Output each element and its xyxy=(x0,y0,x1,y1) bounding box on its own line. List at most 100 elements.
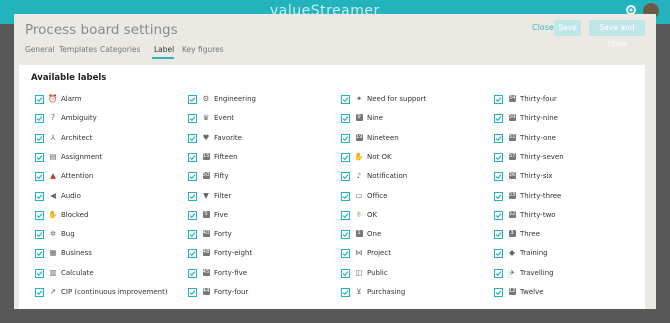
label-checkbox[interactable] xyxy=(35,249,44,258)
label-checkbox[interactable] xyxy=(494,269,503,278)
label-name: Audio xyxy=(61,192,81,200)
thumbs-down-icon: ✋ xyxy=(354,152,364,161)
hand-icon: ✋ xyxy=(48,210,58,219)
label-name: Favorite xyxy=(214,134,242,142)
label-checkbox[interactable] xyxy=(35,134,44,143)
label-name: Nineteen xyxy=(367,134,399,142)
label-checkbox[interactable] xyxy=(188,192,197,201)
label-name: Forty-five xyxy=(214,269,248,277)
label-checkbox[interactable] xyxy=(494,211,503,220)
label-checkbox[interactable] xyxy=(188,249,197,258)
label-name: Thirty-three xyxy=(520,192,562,200)
question-icon: ? xyxy=(51,113,55,122)
label-name: Alarm xyxy=(61,95,82,103)
label-name: Filter xyxy=(214,192,232,200)
close-button[interactable]: Close xyxy=(530,21,556,35)
label-checkbox[interactable] xyxy=(341,95,350,104)
alarm-icon: ⏰ xyxy=(48,94,58,103)
panel-title: Available labels xyxy=(31,73,107,83)
number-1-icon: 1 xyxy=(355,230,363,237)
label-checkbox[interactable] xyxy=(188,95,197,104)
bell-icon: ♪ xyxy=(356,171,362,180)
label-name: Calculate xyxy=(61,269,94,277)
label-checkbox[interactable] xyxy=(341,230,350,239)
label-name: Notification xyxy=(367,172,408,180)
label-checkbox[interactable] xyxy=(494,230,503,239)
label-checkbox[interactable] xyxy=(494,95,503,104)
label-name: OK xyxy=(367,211,378,219)
label-checkbox[interactable] xyxy=(35,192,44,201)
label-checkbox[interactable] xyxy=(35,211,44,220)
number-45-icon: 45 xyxy=(202,269,210,276)
number-19-icon: 19 xyxy=(355,134,363,141)
label-checkbox[interactable] xyxy=(341,153,350,162)
tab-label[interactable]: Label xyxy=(154,45,174,54)
label-name: Assignment xyxy=(61,153,103,161)
label-name: Ambiguity xyxy=(61,114,97,122)
label-checkbox[interactable] xyxy=(494,172,503,181)
compass-icon: ⅄ xyxy=(50,133,56,142)
label-name: Attention xyxy=(61,172,94,180)
label-checkbox[interactable] xyxy=(494,288,503,297)
label-checkbox[interactable] xyxy=(494,134,503,143)
label-name: Thirty-nine xyxy=(520,114,558,122)
tab-key-figures[interactable]: Key figures xyxy=(182,45,224,54)
clipboard-icon: ▤ xyxy=(49,152,57,161)
label-checkbox[interactable] xyxy=(35,153,44,162)
label-name: Travelling xyxy=(520,269,554,277)
label-checkbox[interactable] xyxy=(188,172,197,181)
label-checkbox[interactable] xyxy=(188,134,197,143)
number-9-icon: 9 xyxy=(355,114,363,121)
label-checkbox[interactable] xyxy=(494,114,503,123)
label-checkbox[interactable] xyxy=(188,269,197,278)
label-name: Training xyxy=(520,249,548,257)
tab-general[interactable]: General xyxy=(25,45,55,54)
number-50-icon: 50 xyxy=(202,172,210,179)
network-icon: ⋈ xyxy=(355,248,363,257)
label-name: Thirty-six xyxy=(520,172,553,180)
label-checkbox[interactable] xyxy=(341,134,350,143)
airplane-icon: ✈ xyxy=(508,268,516,277)
label-checkbox[interactable] xyxy=(35,172,44,181)
number-5-icon: 5 xyxy=(202,211,210,218)
label-name: Twelve xyxy=(520,288,544,296)
label-checkbox[interactable] xyxy=(341,192,350,201)
label-checkbox[interactable] xyxy=(35,269,44,278)
label-checkbox[interactable] xyxy=(35,95,44,104)
label-checkbox[interactable] xyxy=(494,153,503,162)
engineer-icon: ⚙ xyxy=(202,94,210,103)
active-tab-indicator xyxy=(152,57,174,59)
label-name: Project xyxy=(367,249,391,257)
number-12-icon: 12 xyxy=(508,288,516,295)
label-checkbox[interactable] xyxy=(341,249,350,258)
filter-icon: ▼ xyxy=(203,191,209,200)
label-checkbox[interactable] xyxy=(494,249,503,258)
label-name: Three xyxy=(520,230,541,238)
label-checkbox[interactable] xyxy=(188,288,197,297)
label-checkbox[interactable] xyxy=(188,230,197,239)
cart-icon: ⊻ xyxy=(356,287,362,296)
label-checkbox[interactable] xyxy=(341,288,350,297)
label-checkbox[interactable] xyxy=(188,211,197,220)
number-39-icon: 39 xyxy=(508,114,516,121)
label-checkbox[interactable] xyxy=(341,211,350,220)
label-checkbox[interactable] xyxy=(35,288,44,297)
label-checkbox[interactable] xyxy=(35,230,44,239)
label-name: Fifty xyxy=(214,172,229,180)
label-checkbox[interactable] xyxy=(341,172,350,181)
label-checkbox[interactable] xyxy=(188,153,197,162)
label-checkbox[interactable] xyxy=(188,114,197,123)
label-checkbox[interactable] xyxy=(35,114,44,123)
number-48-icon: 48 xyxy=(202,249,210,256)
label-checkbox[interactable] xyxy=(494,192,503,201)
tab-categories[interactable]: Categories xyxy=(100,45,140,54)
save-and-close-button[interactable]: Save and close xyxy=(589,20,645,48)
label-checkbox[interactable] xyxy=(341,269,350,278)
label-name: Event xyxy=(214,114,235,122)
save-button[interactable]: Save xyxy=(554,20,581,36)
tab-templates[interactable]: Templates xyxy=(59,45,97,54)
label-checkbox[interactable] xyxy=(341,114,350,123)
number-31-icon: 31 xyxy=(508,134,516,141)
label-name: Need for support xyxy=(367,95,427,103)
number-15-icon: 15 xyxy=(202,153,210,160)
